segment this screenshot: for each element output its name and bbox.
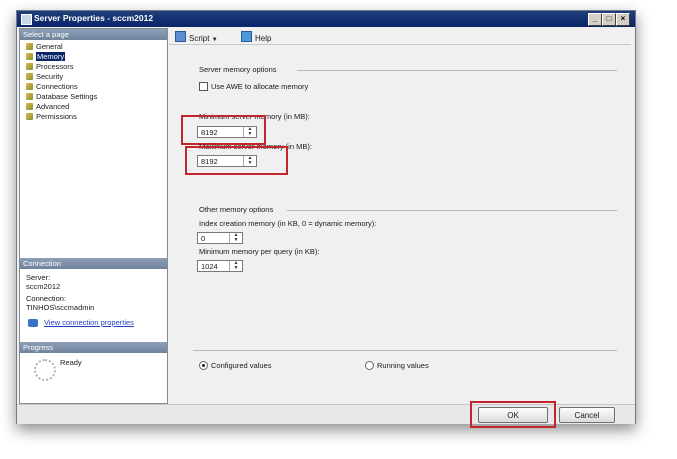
spinner-arrows-icon[interactable]: ▲ ▼ xyxy=(229,261,242,271)
group-divider xyxy=(297,70,617,71)
running-values-radio[interactable] xyxy=(365,361,374,370)
maximize-icon[interactable]: □ xyxy=(602,13,616,26)
highlight-max-memory xyxy=(185,146,288,175)
page-icon xyxy=(26,53,33,60)
nav-item-security[interactable]: Security xyxy=(26,72,63,82)
script-button[interactable]: Script ▼ xyxy=(175,31,218,43)
page-icon xyxy=(26,103,33,110)
minimize-icon[interactable]: _ xyxy=(588,13,602,26)
nav-item-processors[interactable]: Processors xyxy=(26,62,74,72)
toolbar: Script ▼ Help xyxy=(169,28,631,45)
server-value: sccm2012 xyxy=(26,282,61,291)
min-memory-per-query-label: Minimum memory per query (in KB): xyxy=(199,247,320,256)
connection-value: TINHOS\sccmadmin xyxy=(26,303,95,312)
server-label: Server: xyxy=(26,273,51,282)
page-icon xyxy=(26,43,33,50)
nav-item-memory[interactable]: Memory xyxy=(26,52,66,62)
configured-values-label: Configured values xyxy=(211,361,272,370)
title-bar[interactable]: Server Properties - sccm2012 _ □ × xyxy=(17,11,635,27)
nav-item-database-settings[interactable]: Database Settings xyxy=(26,92,97,102)
select-page-header: Select a page xyxy=(20,29,167,40)
dialog-footer: OK Cancel xyxy=(17,401,635,428)
nav-item-general[interactable]: General xyxy=(26,42,63,52)
connection-label: Connection: xyxy=(26,294,67,303)
highlight-ok xyxy=(470,401,556,428)
connection-properties-icon xyxy=(28,319,38,327)
server-memory-options-title: Server memory options xyxy=(199,65,277,74)
other-memory-options-title: Other memory options xyxy=(199,205,274,214)
close-icon[interactable]: × xyxy=(616,13,630,26)
running-values-label: Running values xyxy=(377,361,429,370)
left-pane: Select a page General Memory Processors … xyxy=(19,28,168,404)
memory-page: Script ▼ Help Server memory options Use … xyxy=(169,28,631,402)
group-divider xyxy=(193,350,617,351)
highlight-min-memory xyxy=(181,115,266,145)
page-icon xyxy=(26,73,33,80)
index-creation-memory-input[interactable]: 0 ▲ ▼ xyxy=(197,232,243,244)
page-icon xyxy=(26,113,33,120)
page-icon xyxy=(26,83,33,90)
page-icon xyxy=(26,93,33,100)
window-title: Server Properties - sccm2012 xyxy=(34,13,154,23)
index-creation-memory-label: Index creation memory (in KB, 0 = dynami… xyxy=(199,219,377,228)
help-icon xyxy=(241,31,252,42)
use-awe-label: Use AWE to allocate memory xyxy=(211,82,309,91)
server-icon xyxy=(21,14,32,25)
server-properties-window: Server Properties - sccm2012 _ □ × Selec… xyxy=(16,10,636,428)
nav-item-permissions[interactable]: Permissions xyxy=(26,112,77,122)
progress-status: Ready xyxy=(60,358,82,367)
min-memory-per-query-input[interactable]: 1024 ▲ ▼ xyxy=(197,260,243,272)
chevron-down-icon: ▼ xyxy=(211,37,218,43)
use-awe-checkbox[interactable] xyxy=(199,82,208,91)
spinner-arrows-icon[interactable]: ▲ ▼ xyxy=(229,233,242,243)
help-button[interactable]: Help xyxy=(241,31,271,43)
view-connection-properties-link[interactable]: View connection properties xyxy=(44,318,134,327)
nav-item-connections[interactable]: Connections xyxy=(26,82,78,92)
page-icon xyxy=(26,63,33,70)
script-icon xyxy=(175,31,186,42)
progress-spinner-icon xyxy=(34,359,56,381)
progress-header: Progress xyxy=(20,342,167,353)
group-divider xyxy=(287,210,617,211)
connection-header: Connection xyxy=(20,258,167,269)
nav-item-advanced[interactable]: Advanced xyxy=(26,102,69,112)
cancel-button[interactable]: Cancel xyxy=(559,407,615,423)
configured-values-radio[interactable] xyxy=(199,361,208,370)
